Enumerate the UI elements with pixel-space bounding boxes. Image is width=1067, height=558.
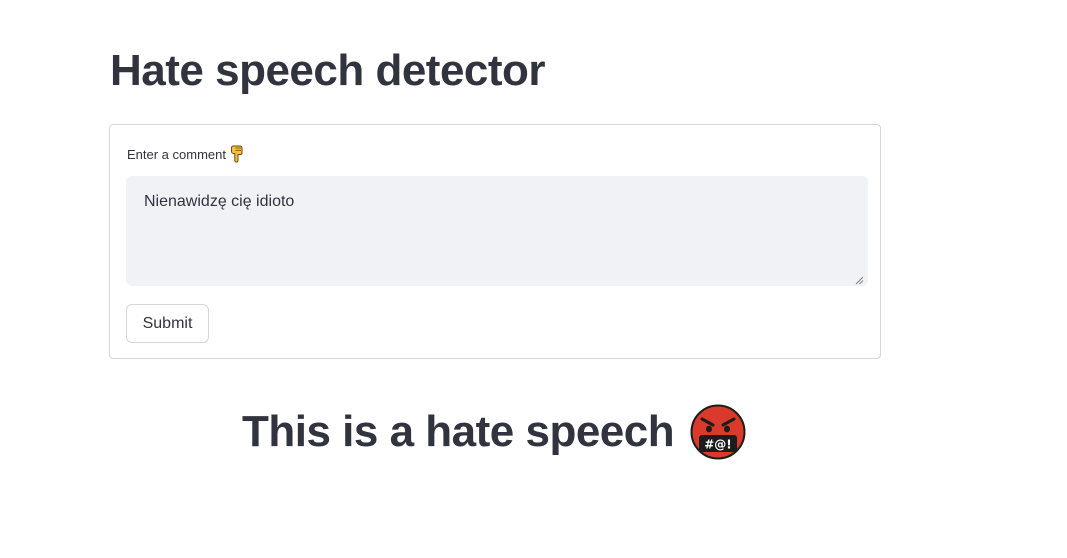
- resize-handle-icon[interactable]: [854, 272, 864, 285]
- app-page: Hate speech detector Enter a comment Nie…: [0, 0, 1067, 558]
- submit-button[interactable]: Submit: [126, 304, 209, 343]
- comment-textarea[interactable]: Nienawidzę cię idioto: [126, 176, 868, 286]
- backhand-index-pointing-down-icon: [230, 145, 244, 163]
- face-with-symbols-on-mouth-icon: #@!: [690, 404, 746, 460]
- result-text: This is a hate speech: [242, 407, 675, 456]
- page-title: Hate speech detector: [110, 46, 546, 95]
- comment-field-label-text: Enter a comment: [127, 146, 226, 162]
- comment-form: Enter a comment Nienawidzę cię idioto Su…: [109, 124, 881, 359]
- result-banner: This is a hate speech #@!: [242, 404, 746, 460]
- svg-text:#@!: #@!: [704, 438, 732, 452]
- comment-field-label: Enter a comment: [127, 145, 244, 163]
